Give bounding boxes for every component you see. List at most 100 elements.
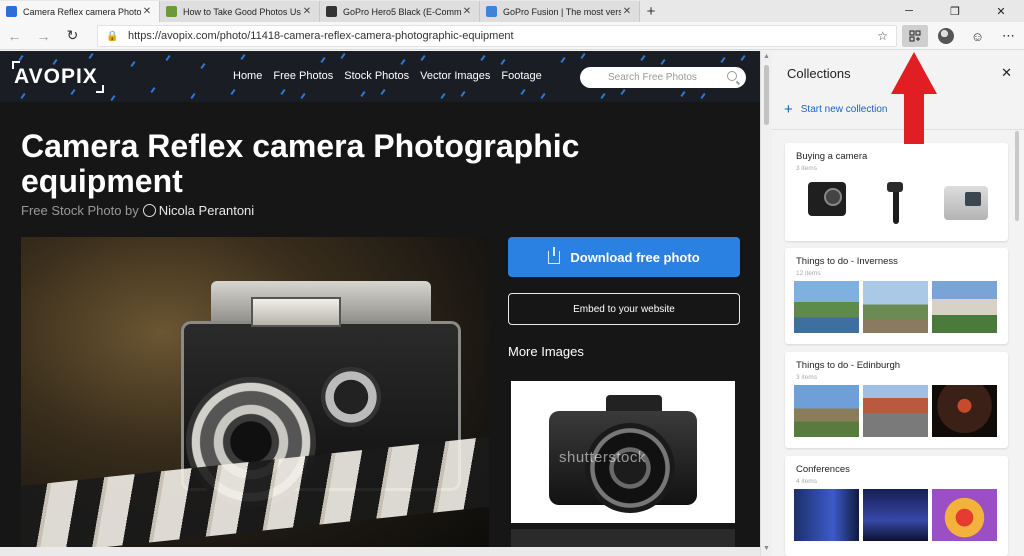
close-tab-icon[interactable]: ✕ <box>621 6 633 17</box>
thumbnail-colorful-art <box>932 489 997 541</box>
header-dash <box>88 52 94 60</box>
red-arrow-annotation <box>891 52 937 144</box>
download-label: Download free photo <box>570 249 700 265</box>
header-dash <box>520 88 526 96</box>
header-dash <box>500 58 506 66</box>
embed-label: Embed to your website <box>573 303 675 315</box>
profile-avatar[interactable] <box>938 28 954 44</box>
header-dash <box>70 88 76 96</box>
hero-photo[interactable] <box>21 237 489 556</box>
refresh-icon[interactable]: ↻ <box>58 22 87 50</box>
tab-title: Camera Reflex camera Photogra <box>23 6 141 17</box>
header-dash <box>600 92 606 100</box>
header-dash <box>360 90 366 98</box>
tab-camera-reflex[interactable]: Camera Reflex camera Photogra ✕ <box>0 1 160 22</box>
address-bar[interactable]: 🔒 https://avopix.com/photo/11418-camera-… <box>97 25 897 47</box>
collection-count: 3 items <box>796 374 817 381</box>
start-new-collection-button[interactable]: + Start new collection <box>784 101 887 118</box>
collections-button[interactable] <box>902 25 928 47</box>
more-menu-icon[interactable]: ⋯ <box>993 22 1024 50</box>
header-dash <box>300 92 306 100</box>
header-dash <box>380 88 386 96</box>
close-tab-icon[interactable]: ✕ <box>301 6 313 17</box>
collection-count: 3 items <box>796 165 817 172</box>
collection-card-edinburgh[interactable]: Things to do - Edinburgh 3 items <box>785 352 1008 448</box>
collections-scrollbar[interactable] <box>1015 131 1021 531</box>
thumbnail-night-event <box>932 385 997 437</box>
site-search-input[interactable]: Search Free Photos <box>580 67 746 88</box>
feedback-smiley-icon[interactable]: ☺ <box>962 22 993 50</box>
header-dash <box>320 56 326 64</box>
scrollbar-thumb[interactable] <box>1015 131 1019 221</box>
site-logo[interactable]: AVOPIX <box>12 61 104 93</box>
minimize-icon[interactable]: ─ <box>886 0 932 22</box>
download-button[interactable]: Download free photo <box>508 237 740 277</box>
collection-count: 4 items <box>796 478 817 485</box>
collection-card-buying-camera[interactable]: Buying a camera 3 items <box>785 143 1008 241</box>
header-dash <box>230 88 236 96</box>
start-new-label: Start new collection <box>800 104 888 115</box>
embed-button[interactable]: Embed to your website <box>508 293 740 325</box>
nav-footage[interactable]: Footage <box>501 70 541 82</box>
window-controls: ─ ❐ ✕ <box>886 0 1024 22</box>
tab-title: How to Take Good Photos Using <box>183 6 301 17</box>
collection-title: Conferences <box>796 464 850 475</box>
tab-title: GoPro Fusion | The most versati <box>503 6 621 17</box>
scroll-down-icon[interactable]: ▼ <box>763 545 770 552</box>
header-dash <box>280 88 286 96</box>
header-dash <box>540 92 546 100</box>
maximize-icon[interactable]: ❐ <box>932 0 978 22</box>
tab-favicon-icon <box>326 6 337 17</box>
new-tab-button[interactable]: + <box>640 1 662 22</box>
collection-title: Things to do - Inverness <box>796 256 898 267</box>
url-text[interactable]: https://avopix.com/photo/11418-camera-re… <box>128 30 514 42</box>
close-pane-icon[interactable]: ✕ <box>1001 65 1012 81</box>
nav-vector-images[interactable]: Vector Images <box>420 70 490 82</box>
search-icon[interactable] <box>727 71 737 81</box>
collection-thumbnails <box>794 385 997 437</box>
more-image-thumbnail[interactable]: shutterstock <box>511 381 735 523</box>
nav-free-photos[interactable]: Free Photos <box>273 70 333 82</box>
tab-gopro-hero5[interactable]: GoPro Hero5 Black (E-Commerc ✕ <box>320 1 480 22</box>
header-dash <box>640 54 646 62</box>
header-dash <box>440 92 446 100</box>
tab-gopro-fusion[interactable]: GoPro Fusion | The most versati ✕ <box>480 1 640 22</box>
collection-card-conferences[interactable]: Conferences 4 items <box>785 456 1008 556</box>
header-dash <box>480 54 486 62</box>
header-dash <box>400 58 406 66</box>
thumbnail-silver-camera <box>932 176 997 228</box>
collection-title: Things to do - Edinburgh <box>796 360 901 371</box>
logo-text: AVOPIX <box>14 65 98 88</box>
header-dash <box>700 92 706 100</box>
page-scrollbar[interactable]: ▲ ▼ <box>760 51 772 556</box>
tab-title: GoPro Hero5 Black (E-Commerc <box>343 6 461 17</box>
scrollbar-thumb[interactable] <box>764 65 769 125</box>
tab-favicon-icon <box>166 6 177 17</box>
header-dash <box>130 60 136 68</box>
thumbnail-gimbal <box>863 176 928 228</box>
watermark-text: shutterstock <box>559 449 646 466</box>
nav-stock-photos[interactable]: Stock Photos <box>344 70 409 82</box>
tab-take-good-photos[interactable]: How to Take Good Photos Using ✕ <box>160 1 320 22</box>
more-images-heading: More Images <box>508 344 584 359</box>
close-tab-icon[interactable]: ✕ <box>141 6 153 17</box>
collections-icon <box>909 30 921 42</box>
header-dash <box>20 92 26 100</box>
header-dash <box>680 90 686 98</box>
header-dash <box>720 56 726 64</box>
header-dash <box>560 56 566 64</box>
back-arrow-icon[interactable]: ← <box>0 22 29 50</box>
collection-card-inverness[interactable]: Things to do - Inverness 12 items <box>785 248 1008 344</box>
close-window-icon[interactable]: ✕ <box>978 0 1024 22</box>
author-link[interactable]: Nicola Perantoni <box>159 203 254 218</box>
scroll-up-icon[interactable]: ▲ <box>763 53 770 60</box>
nav-home[interactable]: Home <box>233 70 262 82</box>
favorite-star-icon[interactable]: ☆ <box>877 29 888 43</box>
toolbar-actions: ☺ ⋯ <box>900 22 1024 50</box>
forward-arrow-icon[interactable]: → <box>29 22 58 50</box>
search-placeholder: Search Free Photos <box>608 72 697 83</box>
close-tab-icon[interactable]: ✕ <box>461 6 473 17</box>
collection-thumbnails <box>794 489 997 541</box>
header-dash <box>660 58 666 66</box>
site-nav: Home Free Photos Stock Photos Vector Ima… <box>233 70 542 82</box>
